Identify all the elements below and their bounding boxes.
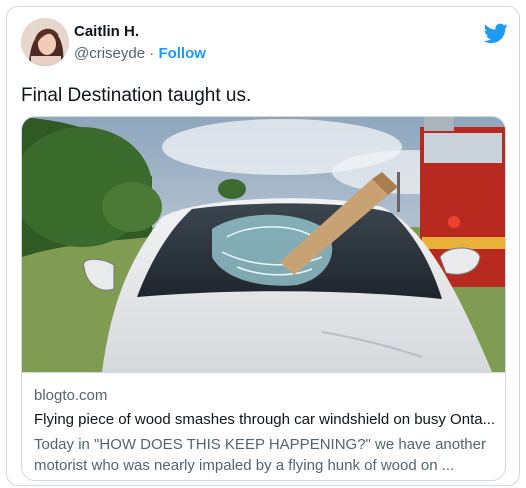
- card-image[interactable]: [22, 117, 505, 372]
- separator-dot: ·: [149, 45, 155, 62]
- twitter-bird-icon[interactable]: [483, 21, 508, 45]
- tweet-text: Final Destination taught us.: [21, 85, 252, 106]
- author-handle[interactable]: @criseyde: [74, 45, 145, 62]
- card-body: blogto.com Flying piece of wood smashes …: [22, 372, 505, 480]
- link-card[interactable]: blogto.com Flying piece of wood smashes …: [21, 116, 506, 481]
- follow-button[interactable]: Follow: [158, 45, 206, 62]
- author-name[interactable]: Caitlin H.: [74, 23, 139, 40]
- author-handle-row: @criseyde · Follow: [74, 45, 206, 62]
- card-title[interactable]: Flying piece of wood smashes through car…: [34, 411, 496, 428]
- embedded-tweet: Caitlin H. @criseyde · Follow Final Dest…: [6, 6, 520, 486]
- card-description: Today in "HOW DOES THIS KEEP HAPPENING?"…: [34, 436, 486, 474]
- card-domain: blogto.com: [34, 387, 108, 404]
- avatar[interactable]: [21, 18, 69, 66]
